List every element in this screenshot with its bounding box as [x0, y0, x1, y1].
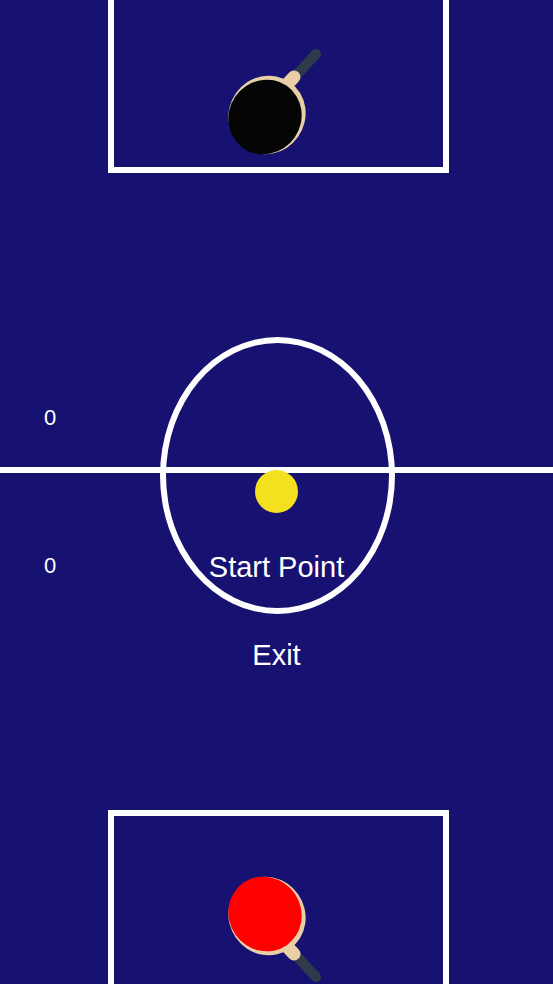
game-menu: Start Point Exit — [0, 549, 553, 673]
menu-item[interactable]: Start Point — [203, 549, 350, 585]
bottom-paddle-icon[interactable] — [222, 873, 322, 983]
opponent-score: 0 — [44, 404, 56, 432]
score-board: 00 — [30, 404, 70, 580]
game-field[interactable]: 00Start PointExit — [0, 0, 553, 984]
menu-item[interactable]: Exit — [246, 637, 306, 673]
top-paddle-icon — [222, 48, 322, 158]
player-score: 0 — [44, 552, 56, 580]
ball — [255, 470, 298, 513]
